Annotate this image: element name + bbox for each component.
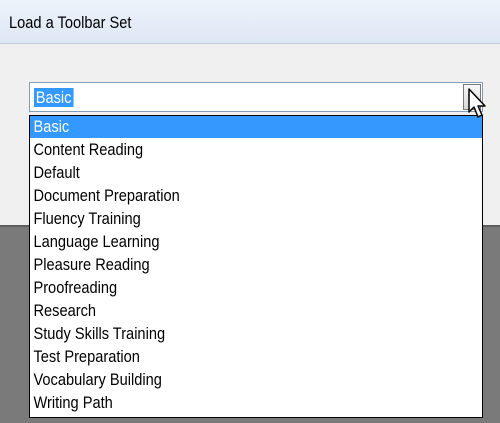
dropdown-item-pleasure-reading[interactable]: Pleasure Reading [30, 254, 482, 276]
dropdown-item-content-reading[interactable]: Content Reading [30, 139, 482, 161]
dropdown-item-study-skills-training[interactable]: Study Skills Training [30, 323, 482, 345]
mouse-pointer-icon [468, 88, 486, 118]
dropdown-item-document-preparation[interactable]: Document Preparation [30, 185, 482, 207]
dropdown-item-basic[interactable]: Basic [30, 116, 482, 138]
combobox-selected-value: Basic [34, 88, 74, 107]
toolbar-set-dropdown-list[interactable]: Basic Content Reading Default Document P… [29, 115, 483, 418]
dropdown-item-language-learning[interactable]: Language Learning [30, 231, 482, 253]
dropdown-item-proofreading[interactable]: Proofreading [30, 277, 482, 299]
title-bar: Load a Toolbar Set [0, 0, 500, 44]
dropdown-item-vocabulary-building[interactable]: Vocabulary Building [30, 369, 482, 391]
dropdown-item-test-preparation[interactable]: Test Preparation [30, 346, 482, 368]
dropdown-item-fluency-training[interactable]: Fluency Training [30, 208, 482, 230]
dropdown-item-research[interactable]: Research [30, 300, 482, 322]
dialog-title: Load a Toolbar Set [9, 13, 132, 32]
load-toolbar-set-dialog: Load a Toolbar Set Basic Basic Content R… [0, 0, 500, 423]
toolbar-set-combobox[interactable]: Basic [29, 82, 483, 112]
dropdown-item-default[interactable]: Default [30, 162, 482, 184]
dropdown-item-writing-path[interactable]: Writing Path [30, 392, 482, 414]
